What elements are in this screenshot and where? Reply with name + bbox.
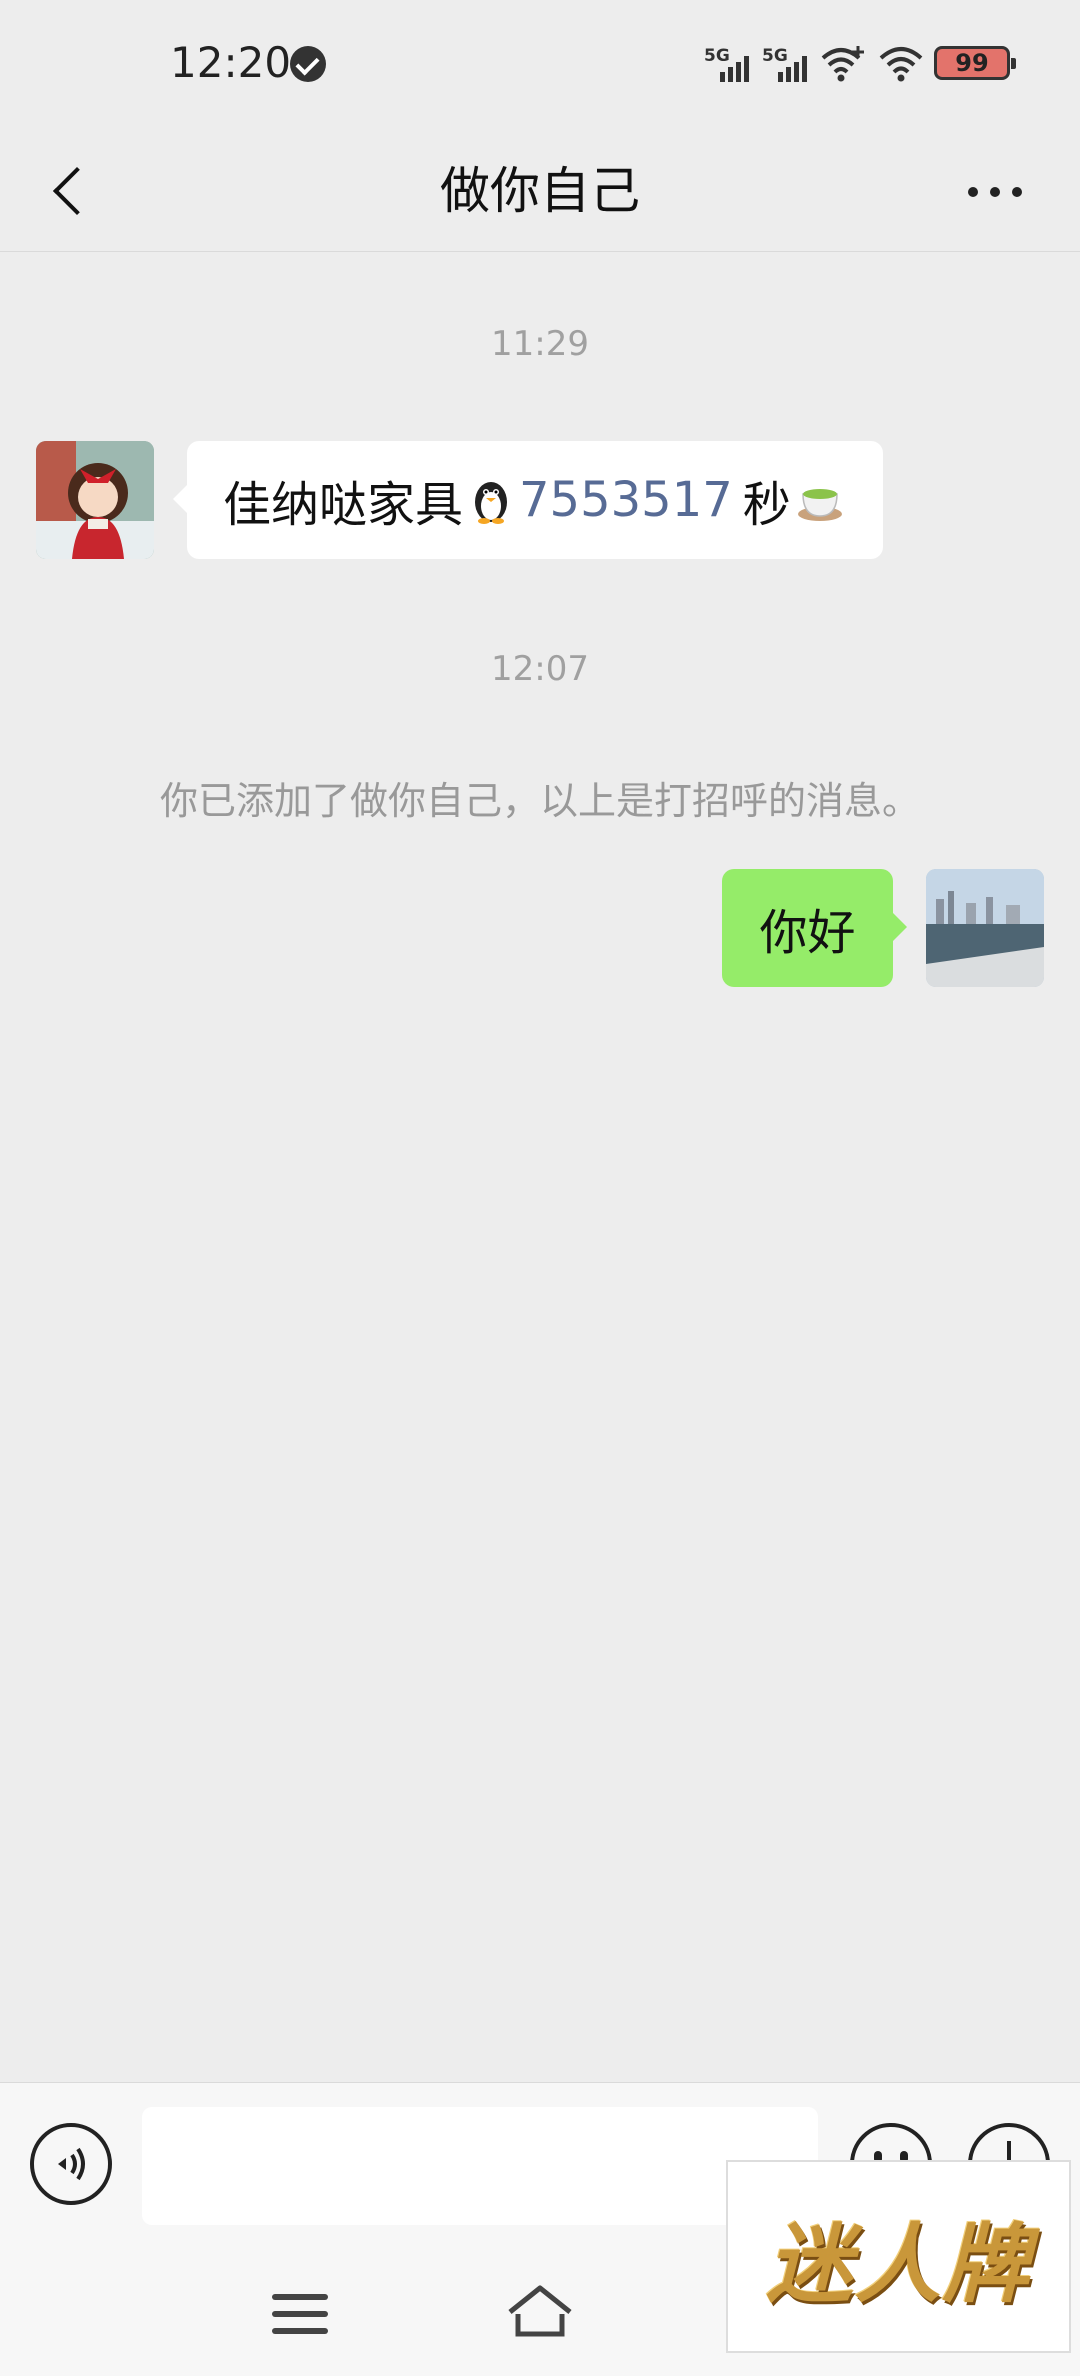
chat-title: 做你自己	[440, 162, 640, 220]
home-icon[interactable]	[506, 2282, 574, 2342]
system-notice: 你已添加了做你自己，以上是打招呼的消息。	[159, 779, 920, 823]
avatar-girl-image	[36, 441, 154, 559]
verified-check-icon	[290, 46, 326, 82]
avatar-harbor-image	[926, 869, 1044, 987]
incoming-message-bubble[interactable]: 佳纳哒家具 7553517 秒	[173, 441, 883, 559]
message-text-suffix: 秒	[742, 477, 791, 533]
voice-icon	[58, 2147, 85, 2181]
wifi-icon	[879, 47, 923, 82]
battery-icon: 99	[934, 46, 1016, 80]
penguin-emoji-icon	[475, 482, 508, 524]
more-options-button[interactable]	[960, 152, 1030, 232]
my-avatar[interactable]	[926, 869, 1044, 987]
number-link[interactable]: 7553517	[519, 472, 733, 528]
message-text: 佳纳哒家具	[223, 477, 464, 533]
battery-level: 99	[955, 49, 989, 77]
status-time: 12:20	[170, 38, 292, 87]
message-input[interactable]	[142, 2107, 818, 2225]
signal-5g-icon: 5G	[704, 46, 752, 82]
status-bar: 12:20 5G 5G 99	[0, 0, 1080, 130]
wifi-plus-icon	[821, 46, 864, 82]
back-button[interactable]	[36, 150, 116, 230]
outgoing-message-bubble[interactable]: 你好	[722, 869, 907, 987]
watermark-text: 迷人牌	[766, 2214, 1031, 2315]
message-text: 你好	[759, 905, 856, 961]
voice-input-button[interactable]	[30, 2123, 112, 2205]
contact-avatar[interactable]	[36, 441, 154, 559]
more-dot	[968, 187, 978, 197]
tea-emoji-icon	[797, 489, 842, 521]
more-dot	[990, 187, 1000, 197]
signal-5g-icon: 5G	[762, 46, 810, 82]
message-timestamp: 12:07	[491, 649, 589, 689]
watermark-logo: 迷人牌	[726, 2160, 1071, 2353]
more-dot	[1012, 187, 1022, 197]
message-timestamp: 11:29	[491, 324, 589, 364]
chat-header: 做你自己	[0, 130, 1080, 252]
menu-icon[interactable]	[272, 2294, 328, 2334]
